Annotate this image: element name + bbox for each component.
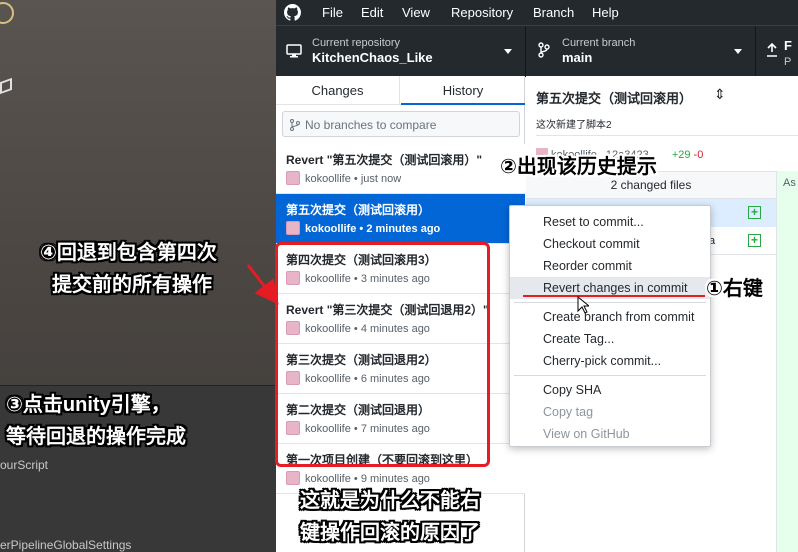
annotation-step4-line2: 提交前的所有操作: [52, 274, 212, 296]
annotation-step4-line1: ④回退到包含第四次: [40, 242, 217, 264]
annotation-step3-line1: ③点击unity引擎，: [6, 394, 171, 416]
arrow-step4: [246, 264, 279, 305]
annotation-step3-line2: 等待回退的操作完成: [6, 426, 186, 448]
annotation-note-line2: 键操作回滚的原因了: [300, 522, 480, 544]
annotation-note-line1: 这就是为什么不能右: [300, 490, 480, 512]
annotation-step2: ②出现该历史提示: [500, 156, 657, 178]
annotation-step1: ①右键: [706, 278, 763, 300]
